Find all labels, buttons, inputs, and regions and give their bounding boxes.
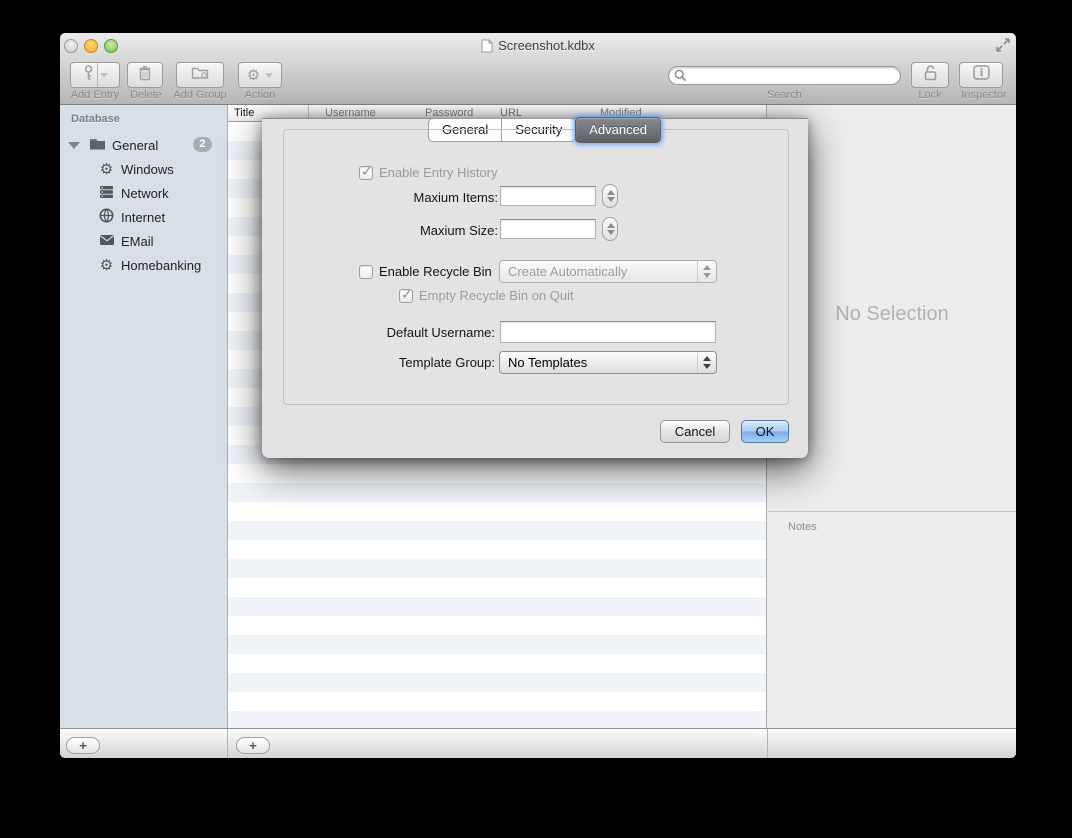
notes-label: Notes [788, 521, 1016, 533]
bottom-bar: + + [60, 728, 1016, 758]
maxium-size-stepper[interactable] [602, 217, 618, 241]
database-settings-sheet: General Security Advanced Enable Entry H… [262, 118, 808, 458]
tab-advanced[interactable]: Advanced [575, 117, 661, 143]
popup-arrows-icon [697, 261, 716, 282]
sidebar-item-email[interactable]: EMail [60, 229, 228, 253]
window-title: Screenshot.kdbx [60, 38, 1016, 56]
lock-label: Lock [908, 89, 952, 101]
envelope-icon [98, 234, 115, 249]
sidebar-item-label: EMail [121, 234, 154, 249]
document-proxy-icon [481, 39, 493, 56]
cancel-button[interactable]: Cancel [660, 420, 730, 443]
globe-icon [98, 208, 115, 226]
inspector-label: Inspector [956, 89, 1012, 101]
info-icon: i [973, 65, 990, 85]
sidebar-item-homebanking[interactable]: ⚙ Homebanking [60, 253, 228, 277]
sidebar-item-label: Homebanking [121, 258, 201, 273]
popup-arrows-icon [697, 352, 716, 373]
count-badge: 2 [193, 137, 212, 152]
sidebar-item-windows[interactable]: ⚙ Windows [60, 157, 228, 181]
disclosure-triangle-icon[interactable] [68, 142, 80, 149]
delete-label: Delete [126, 89, 166, 101]
lock-button[interactable] [911, 62, 949, 88]
checkbox-checked-icon[interactable] [399, 289, 413, 303]
window-chrome: Screenshot.kdbx ⚙ Add Entry Delet [60, 33, 1016, 105]
column-header-title[interactable]: Title [234, 107, 254, 119]
maxium-items-stepper[interactable] [602, 184, 618, 208]
add-group-plus-button[interactable]: + [66, 737, 100, 754]
empty-recycle-bin-checkbox[interactable]: Empty Recycle Bin on Quit [399, 288, 574, 303]
search-label: Search [668, 89, 901, 101]
key-icon [82, 65, 95, 86]
add-group-button[interactable] [176, 62, 224, 88]
maxium-items-label: Maxium Items: [262, 190, 498, 205]
checkbox-unchecked-icon[interactable] [359, 265, 373, 279]
sidebar-item-label: Network [121, 186, 169, 201]
template-group-label: Template Group: [262, 355, 495, 370]
checkbox-checked-icon[interactable] [359, 166, 373, 180]
enable-entry-history-checkbox[interactable]: Enable Entry History [359, 165, 498, 180]
padlock-open-icon [923, 64, 938, 86]
notes-section: Notes [768, 511, 1016, 533]
sidebar-item-label: Internet [121, 210, 165, 225]
gear-icon: ⚙ [98, 162, 115, 177]
add-entry-plus-button[interactable]: + [236, 737, 270, 754]
server-icon [98, 185, 115, 202]
fullscreen-icon[interactable] [995, 37, 1011, 53]
add-group-label: Add Group [168, 89, 232, 101]
sidebar-item-internet[interactable]: Internet [60, 205, 228, 229]
trash-icon [138, 65, 152, 86]
gear-icon: ⚙ [98, 258, 115, 273]
add-entry-button[interactable] [70, 62, 120, 88]
recycle-bin-popup[interactable]: Create Automatically [499, 260, 717, 283]
gear-icon: ⚙ [247, 68, 260, 83]
app-window: Screenshot.kdbx ⚙ Add Entry Delet [60, 33, 1016, 758]
action-button[interactable]: ⚙ [238, 62, 282, 88]
inspector-button[interactable]: i [959, 62, 1003, 88]
sidebar-header-database: Database [71, 113, 120, 125]
add-entry-label: Add Entry [60, 89, 130, 101]
folder-icon [89, 137, 106, 153]
sidebar-item-label: Windows [121, 162, 174, 177]
chevron-down-icon [265, 73, 273, 78]
enable-recycle-bin-checkbox[interactable]: Enable Recycle Bin [359, 264, 492, 279]
ok-button[interactable]: OK [741, 420, 789, 443]
folder-plus-icon [191, 65, 209, 85]
chevron-down-icon [100, 73, 108, 78]
delete-button[interactable] [127, 62, 163, 88]
maxium-size-label: Maxium Size: [262, 223, 498, 238]
search-input[interactable] [668, 66, 901, 85]
default-username-label: Default Username: [262, 325, 495, 340]
sidebar-item-general[interactable]: General 2 [60, 133, 228, 157]
sidebar-item-label: General [112, 138, 158, 153]
search-icon [674, 69, 687, 87]
svg-text:i: i [979, 68, 983, 79]
sidebar-item-network[interactable]: Network [60, 181, 228, 205]
maxium-items-field[interactable] [500, 186, 596, 206]
maxium-size-field[interactable] [500, 219, 596, 239]
sidebar: Database General 2 ⚙ Windows Network Int… [60, 105, 228, 728]
action-label: Action [240, 89, 280, 101]
template-group-popup[interactable]: No Templates [499, 351, 717, 374]
default-username-field[interactable] [500, 321, 716, 343]
